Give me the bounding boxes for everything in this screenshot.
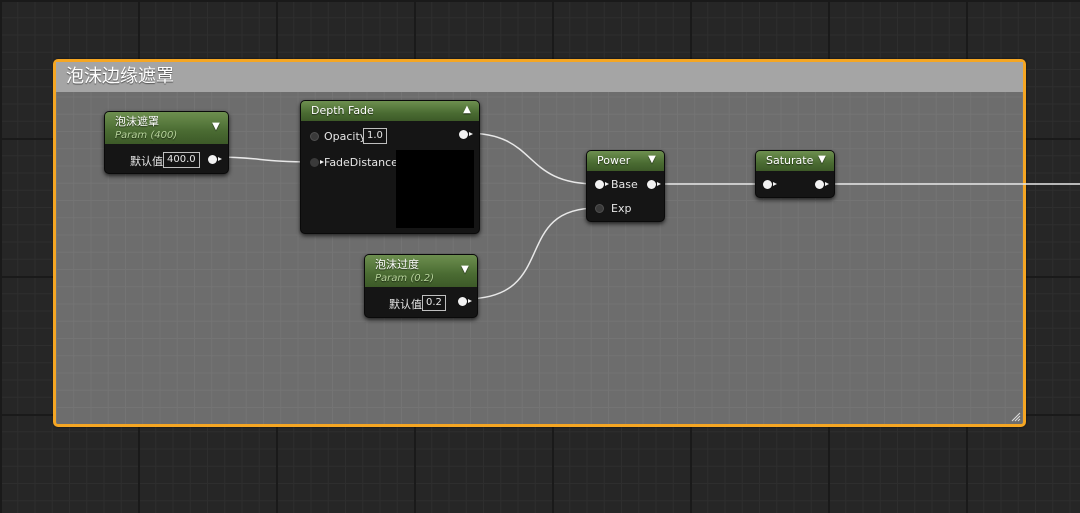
node-title: 泡沫遮罩: [115, 115, 159, 128]
opacity-input-pin[interactable]: [310, 132, 319, 141]
node-header[interactable]: 泡沫遮罩 Param (400) ▼: [105, 112, 228, 144]
output-pin[interactable]: [815, 180, 829, 189]
base-label: Base: [611, 178, 638, 191]
node-depth-fade[interactable]: Depth Fade ▲ Opacity 1.0 FadeDistance: [300, 100, 480, 234]
output-pin[interactable]: [459, 130, 473, 139]
chevron-down-icon[interactable]: ▼: [817, 155, 827, 165]
chevron-up-icon[interactable]: ▲: [462, 105, 472, 115]
chevron-down-icon[interactable]: ▼: [647, 155, 657, 165]
node-foam-transition-param[interactable]: 泡沫过度 Param (0.2) ▼ 默认值 0.2: [364, 254, 478, 318]
output-pin[interactable]: [647, 180, 661, 189]
preview-thumbnail: [396, 150, 474, 228]
exp-input-pin[interactable]: [595, 204, 604, 213]
node-header[interactable]: Depth Fade ▲: [301, 101, 479, 121]
fadedistance-input-pin[interactable]: [310, 158, 324, 167]
default-value-label: 默认值: [389, 298, 422, 311]
node-title: 泡沫过度: [375, 258, 419, 271]
node-power[interactable]: Power ▼ Base Exp: [586, 150, 665, 222]
input-pin[interactable]: [763, 180, 777, 189]
default-value-field[interactable]: 0.2: [422, 295, 446, 311]
comment-title[interactable]: 泡沫边缘遮罩: [56, 62, 1023, 92]
fadedistance-label: FadeDistance: [324, 156, 398, 169]
opacity-value-field[interactable]: 1.0: [363, 128, 387, 144]
output-pin[interactable]: [458, 297, 472, 306]
default-value-label: 默认值: [130, 155, 163, 168]
node-title: Power: [597, 154, 631, 167]
node-header[interactable]: Power ▼: [587, 151, 664, 171]
exp-label: Exp: [611, 202, 632, 215]
chevron-down-icon[interactable]: ▼: [211, 122, 221, 132]
chevron-down-icon[interactable]: ▼: [460, 265, 470, 275]
node-header[interactable]: Saturate ▼: [756, 151, 834, 171]
node-header[interactable]: 泡沫过度 Param (0.2) ▼: [365, 255, 477, 287]
opacity-label: Opacity: [324, 130, 367, 143]
resize-grip-icon[interactable]: [1009, 410, 1021, 422]
default-value-field[interactable]: 400.0: [163, 152, 200, 168]
output-pin[interactable]: [208, 155, 222, 164]
base-input-pin[interactable]: [595, 180, 609, 189]
node-saturate[interactable]: Saturate ▼: [755, 150, 835, 198]
node-foam-mask-param[interactable]: 泡沫遮罩 Param (400) ▼ 默认值 400.0: [104, 111, 229, 174]
node-title: Saturate: [766, 154, 814, 167]
node-title: Depth Fade: [311, 104, 374, 117]
